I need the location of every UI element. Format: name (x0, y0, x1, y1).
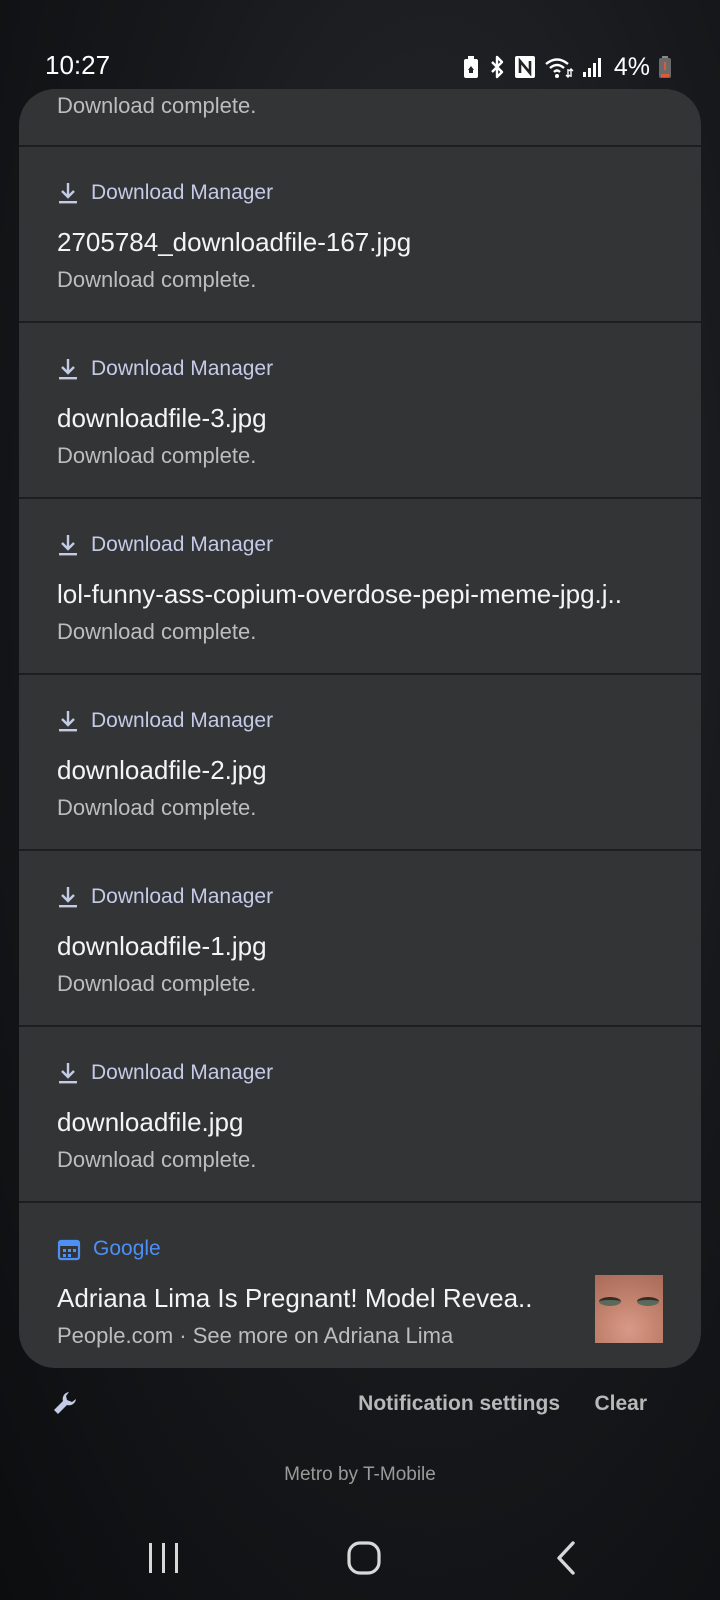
download-icon (59, 535, 77, 556)
status-bar: 10:27 4% (0, 0, 720, 96)
notification-app-row: Download Manager (57, 531, 273, 559)
notification-app-name: Download Manager (91, 181, 274, 204)
notification-app-row: Download Manager (57, 883, 273, 911)
download-icon (59, 359, 77, 380)
signal-icon (582, 58, 601, 77)
calendar-icon (57, 1239, 81, 1261)
notification-panel[interactable]: Download complete. Download Manager 2705… (19, 89, 701, 1368)
notification-settings-button[interactable]: Notification settings (358, 1392, 560, 1416)
notification-item[interactable]: Download Manager downloadfile-1.jpg Down… (19, 849, 701, 1025)
notification-item[interactable]: Download Manager downloadfile.jpg Downlo… (19, 1025, 701, 1201)
notification-app-row: Download Manager (57, 355, 273, 383)
notification-text: Download complete. (57, 619, 257, 644)
notification-app-row: Download Manager (57, 1059, 273, 1087)
status-icons: 4% (462, 52, 672, 82)
wifi-icon (545, 58, 574, 78)
home-icon[interactable] (346, 1540, 382, 1576)
notification-app-name: Download Manager (91, 1061, 274, 1084)
notification-text: Download complete. (57, 1147, 257, 1172)
battery-icon (659, 56, 671, 78)
notification-partial[interactable]: Download complete. (19, 89, 701, 145)
clear-button[interactable]: Clear (594, 1392, 647, 1416)
wrench-icon[interactable] (52, 1390, 78, 1416)
notification-title: downloadfile-3.jpg (57, 403, 267, 433)
notification-item[interactable]: Download Manager downloadfile-2.jpg Down… (19, 673, 701, 849)
notification-title: 2705784_downloadfile-167.jpg (57, 227, 412, 257)
notification-app-name: Download Manager (91, 709, 274, 732)
download-icon (59, 183, 77, 204)
notification-title: downloadfile-2.jpg (57, 755, 267, 785)
navigation-bar (0, 1520, 720, 1600)
notification-item[interactable]: Download Manager downloadfile-3.jpg Down… (19, 321, 701, 497)
notification-title: downloadfile.jpg (57, 1107, 244, 1137)
clock: 10:27 (45, 50, 111, 80)
notification-app-name: Download Manager (91, 533, 274, 556)
notification-app-row: Google (57, 1235, 161, 1263)
notification-text: Download complete. (57, 795, 257, 820)
notification-app-name: Download Manager (91, 885, 274, 908)
battery-percent: 4% (613, 52, 650, 81)
notification-title: downloadfile-1.jpg (57, 931, 267, 961)
notification-item[interactable]: Download Manager 2705784_downloadfile-16… (19, 145, 701, 321)
download-icon (59, 711, 77, 732)
notification-text: Download complete. (57, 93, 257, 118)
back-icon[interactable] (554, 1540, 578, 1576)
nfc-icon (514, 56, 535, 78)
notification-app-name: Google (93, 1237, 161, 1260)
bluetooth-icon (491, 55, 504, 79)
battery-saver-icon (463, 56, 478, 78)
notification-text: People.com · See more on Adriana Lima (57, 1323, 454, 1348)
notification-title: lol-funny-ass-copium-overdose-pepi-meme-… (57, 579, 622, 609)
notification-google[interactable]: Google Adriana Lima Is Pregnant! Model R… (19, 1201, 701, 1368)
download-icon (59, 887, 77, 908)
notification-item[interactable]: Download Manager lol-funny-ass-copium-ov… (19, 497, 701, 673)
notification-app-row: Download Manager (57, 707, 273, 735)
notification-text: Download complete. (57, 443, 257, 468)
recents-icon[interactable] (148, 1540, 180, 1576)
notification-app-row: Download Manager (57, 179, 273, 207)
carrier-label: Metro by T-Mobile (284, 1464, 436, 1485)
notification-app-name: Download Manager (91, 357, 274, 380)
notification-text: Download complete. (57, 971, 257, 996)
notification-text: Download complete. (57, 267, 257, 292)
notification-actions: Notification settings Clear (0, 1370, 720, 1430)
download-icon (59, 1063, 77, 1084)
notification-title: Adriana Lima Is Pregnant! Model Revea.. (57, 1283, 533, 1313)
notification-thumbnail (595, 1275, 663, 1343)
